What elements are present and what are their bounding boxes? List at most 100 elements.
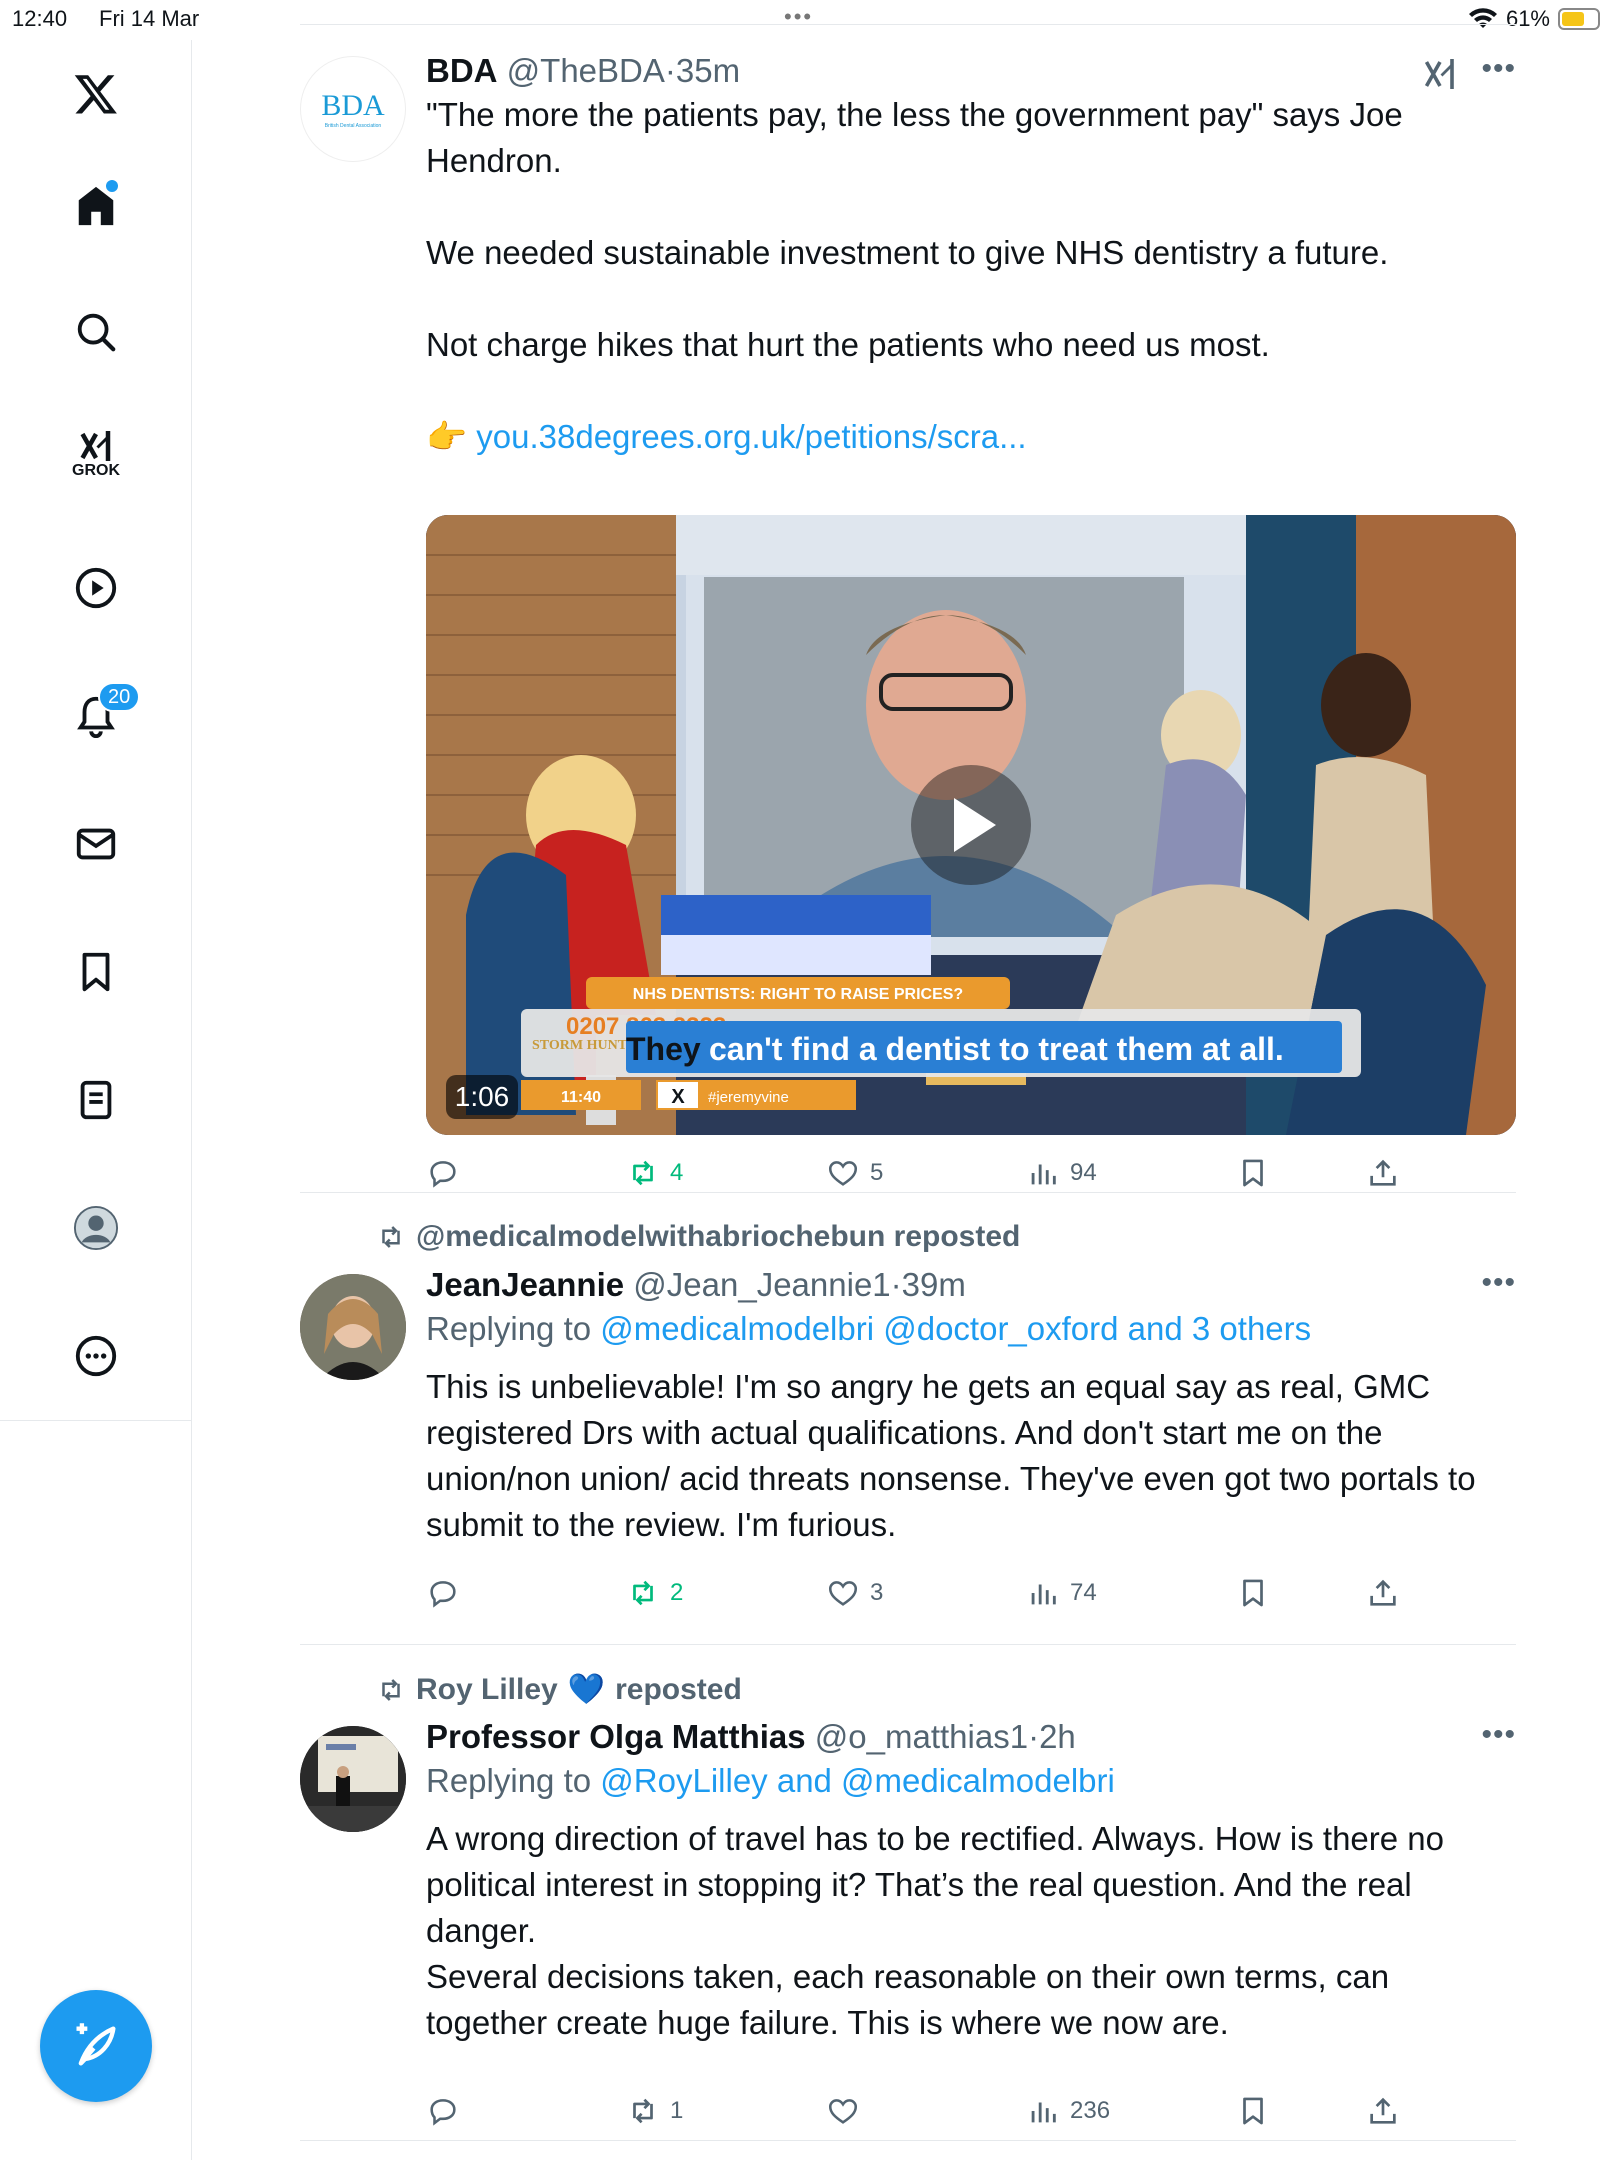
- nav-profile[interactable]: [62, 1194, 130, 1262]
- share-icon: [1370, 1159, 1396, 1186]
- bookmark-button[interactable]: [1236, 2094, 1270, 2128]
- replying-to-users[interactable]: @RoyLilley and @medicalmodelbri: [600, 1762, 1115, 1799]
- reply-button[interactable]: [426, 2094, 460, 2128]
- repost-by-name[interactable]: Roy Lilley: [416, 1673, 558, 1707]
- share-button[interactable]: [1366, 1576, 1400, 1610]
- author-name[interactable]: BDA: [426, 52, 498, 89]
- reply-button[interactable]: [426, 1156, 460, 1190]
- share-button[interactable]: [1366, 1156, 1400, 1190]
- search-icon: [77, 313, 116, 352]
- compose-button[interactable]: [40, 1990, 152, 2102]
- nav-lists[interactable]: [62, 1066, 130, 1134]
- bda-logo-text: BDA: [321, 89, 385, 122]
- bookmark-button[interactable]: [1236, 1576, 1270, 1610]
- tweet-divider: [300, 1192, 1516, 1193]
- repost-icon: [633, 2098, 653, 2124]
- tweet-header: JeanJeannie @Jean_Jeannie1·39m: [426, 1266, 966, 1303]
- view-count: 236: [1070, 2097, 1111, 2124]
- avatar[interactable]: BDA British Dental Association: [300, 56, 406, 162]
- tweet-actions: 1 236: [426, 2094, 1426, 2134]
- bookmark-icon: [1243, 1579, 1263, 1607]
- replying-prefix: Replying to: [426, 1310, 592, 1347]
- tweet-text-line: A wrong direction of travel has to be re…: [426, 1820, 1445, 1949]
- tweet-body: This is unbelievable! I'm so angry he ge…: [426, 1368, 1476, 1543]
- video-subtitle: can't find a dentist to treat them at al…: [709, 1031, 1284, 1067]
- status-right: 61%: [1468, 6, 1600, 32]
- repost-by[interactable]: @medicalmodelwithabriochebun reposted: [416, 1220, 1020, 1254]
- video-thumbnail: NHS DENTISTS: RIGHT TO RAISE PRICES? 020…: [426, 515, 1516, 1135]
- grok-icon: [80, 431, 111, 461]
- tweet-olga-matthias[interactable]: Roy Lilley 💙 reposted Professor Olga Mat…: [300, 1672, 1516, 2142]
- tweet-link[interactable]: you.38degrees.org.uk/petitions/scra...: [476, 418, 1026, 455]
- tweet-time[interactable]: 2h: [1039, 1718, 1076, 1755]
- avatar[interactable]: [300, 1726, 406, 1832]
- nav-more[interactable]: [62, 1322, 130, 1390]
- heart-icon: [828, 2099, 858, 2124]
- repost-button[interactable]: 1: [626, 2094, 683, 2128]
- tweet-divider: [300, 2140, 1516, 2141]
- nav-explore[interactable]: [62, 298, 130, 366]
- wifi-icon: [1468, 8, 1497, 28]
- nav-bookmarks[interactable]: [62, 938, 130, 1006]
- tweet-bda[interactable]: BDA British Dental Association BDA @TheB…: [300, 52, 1516, 1193]
- tweet-header: Professor Olga Matthias @o_matthias1·2h: [426, 1718, 1076, 1755]
- like-button[interactable]: 3: [826, 1576, 883, 1610]
- views-button[interactable]: 236: [1026, 2094, 1110, 2128]
- grok-label: GROK: [72, 462, 120, 479]
- like-button[interactable]: [826, 2094, 860, 2128]
- tweet-time[interactable]: 39m: [902, 1266, 966, 1303]
- like-button[interactable]: 5: [826, 1156, 883, 1190]
- video-player[interactable]: NHS DENTISTS: RIGHT TO RAISE PRICES? 020…: [426, 515, 1516, 1135]
- author-handle[interactable]: @Jean_Jeannie1: [633, 1266, 890, 1303]
- author-handle[interactable]: @TheBDA: [507, 52, 665, 89]
- author-handle[interactable]: @o_matthias1: [815, 1718, 1028, 1755]
- author-name[interactable]: JeanJeannie: [426, 1266, 624, 1303]
- grok-tweet-icon[interactable]: [1420, 56, 1460, 92]
- nav-notifications[interactable]: 20: [62, 682, 141, 750]
- repost-button[interactable]: 2: [626, 1576, 683, 1610]
- blue-heart-icon: 💙: [567, 1673, 606, 1706]
- notifications-badge: 20: [98, 682, 141, 712]
- repost-small-icon: [382, 1678, 400, 1701]
- tweet-content: BDA @TheBDA·35m "The more the patients p…: [426, 52, 1516, 460]
- list-icon: [80, 1080, 112, 1120]
- nav-grok[interactable]: GROK: [62, 420, 130, 488]
- home-unread-dot: [106, 180, 118, 192]
- reply-icon: [430, 1161, 456, 1188]
- repost-count: 2: [670, 1579, 684, 1606]
- tweet-content: Professor Olga Matthias @o_matthias1·2h …: [426, 1718, 1516, 2046]
- nav-videos[interactable]: [62, 554, 130, 622]
- replying-to-users[interactable]: @medicalmodelbri @doctor_oxford and 3 ot…: [600, 1310, 1311, 1347]
- tweet-time[interactable]: 35m: [676, 52, 740, 89]
- share-icon: [1370, 1579, 1396, 1606]
- tweet-body: A wrong direction of travel has to be re…: [426, 1816, 1516, 2046]
- status-bar: 12:40 Fri 14 Mar ••• 61%: [0, 0, 1620, 40]
- share-button[interactable]: [1366, 2094, 1400, 2128]
- repost-count: 1: [670, 2097, 684, 2124]
- multitask-dots[interactable]: •••: [784, 4, 813, 30]
- views-button[interactable]: 74: [1026, 1576, 1097, 1610]
- replying-prefix: Replying to: [426, 1762, 592, 1799]
- tweet-text-line: "The more the patients pay, the less the…: [426, 96, 1403, 179]
- bookmark-button[interactable]: [1236, 1156, 1270, 1190]
- author-name[interactable]: Professor Olga Matthias: [426, 1718, 806, 1755]
- tweet-body: "The more the patients pay, the less the…: [426, 92, 1516, 460]
- reply-button[interactable]: [426, 1576, 460, 1610]
- more-options-icon[interactable]: •••: [1481, 1266, 1516, 1300]
- play-icon: [75, 567, 117, 609]
- tweet-jeanjeannie[interactable]: @medicalmodelwithabriochebun reposted Je…: [300, 1220, 1516, 1645]
- more-options-icon[interactable]: •••: [1481, 52, 1516, 86]
- repost-button[interactable]: 4: [626, 1156, 683, 1190]
- replying-to: Replying to @medicalmodelbri @doctor_oxf…: [426, 1306, 1516, 1352]
- nav-messages[interactable]: [62, 810, 130, 878]
- x-logo-icon[interactable]: [62, 60, 130, 128]
- reply-icon: [430, 1581, 456, 1608]
- views-button[interactable]: 94: [1026, 1156, 1097, 1190]
- nav-home[interactable]: [62, 172, 130, 240]
- repost-attribution: @medicalmodelwithabriochebun reposted: [376, 1220, 1020, 1254]
- avatar[interactable]: [300, 1274, 406, 1380]
- more-options-icon[interactable]: •••: [1481, 1718, 1516, 1752]
- feed-top-divider: [300, 24, 1516, 25]
- repost-count: 4: [670, 1159, 684, 1186]
- like-count: 5: [870, 1159, 884, 1186]
